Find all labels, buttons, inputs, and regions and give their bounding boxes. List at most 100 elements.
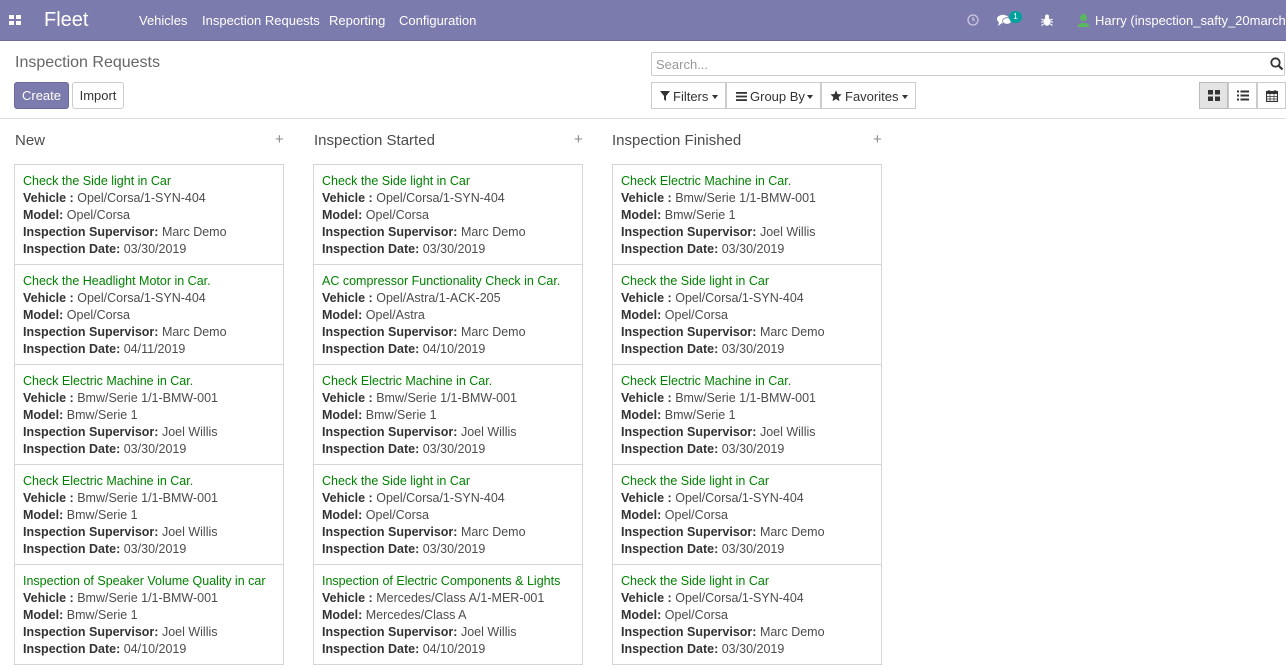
menu-vehicles[interactable]: Vehicles xyxy=(139,13,187,28)
column-title-new: New xyxy=(15,132,46,149)
model-value: Opel/Corsa xyxy=(664,308,728,322)
kanban-card[interactable]: Check Electric Machine in Car. Vehicle :… xyxy=(14,464,284,565)
caret-down-icon xyxy=(807,95,813,99)
date-value: 03/30/2019 xyxy=(123,442,187,456)
vehicle-label: Vehicle : xyxy=(621,391,672,405)
supervisor-label: Inspection Supervisor: xyxy=(23,625,159,639)
vehicle-label: Vehicle : xyxy=(322,491,373,505)
date-value: 04/10/2019 xyxy=(123,642,187,656)
vehicle-label: Vehicle : xyxy=(621,591,672,605)
model-label: Model: xyxy=(23,508,64,522)
divider xyxy=(0,118,1286,119)
date-value: 03/30/2019 xyxy=(721,542,785,556)
app-brand: Fleet xyxy=(44,9,89,31)
model-label: Model: xyxy=(621,608,662,622)
filters-dropdown[interactable]: Filters xyxy=(651,82,726,109)
card-title: Check Electric Machine in Car. xyxy=(23,374,194,388)
supervisor-label: Inspection Supervisor: xyxy=(621,225,757,239)
kanban-card[interactable]: Check the Side light in Car Vehicle : Op… xyxy=(313,164,583,265)
date-value: 03/30/2019 xyxy=(422,242,486,256)
model-label: Model: xyxy=(23,208,64,222)
model-label: Model: xyxy=(621,308,662,322)
vehicle-label: Vehicle : xyxy=(23,391,74,405)
vehicle-label: Vehicle : xyxy=(621,491,672,505)
kanban-view-button[interactable] xyxy=(1199,82,1228,109)
kanban-card[interactable]: Check the Side light in Car Vehicle : Op… xyxy=(612,264,882,365)
model-label: Model: xyxy=(621,408,662,422)
supervisor-label: Inspection Supervisor: xyxy=(621,425,757,439)
groupby-dropdown[interactable]: Group By xyxy=(726,82,821,109)
vehicle-value: Opel/Corsa/1-SYN-404 xyxy=(77,191,206,205)
import-button[interactable]: Import xyxy=(72,82,124,109)
model-value: Bmw/Serie 1 xyxy=(664,408,736,422)
menu-configuration[interactable]: Configuration xyxy=(399,13,476,28)
create-button[interactable]: Create xyxy=(14,82,69,109)
model-label: Model: xyxy=(23,608,64,622)
calendar-view-button[interactable] xyxy=(1257,82,1286,109)
kanban-card[interactable]: Check the Side light in Car Vehicle : Op… xyxy=(612,464,882,565)
date-label: Inspection Date: xyxy=(23,342,121,356)
search-icon[interactable] xyxy=(1270,57,1284,74)
card-title: Check the Side light in Car xyxy=(621,474,769,488)
vehicle-value: Bmw/Serie 1/1-BMW-001 xyxy=(77,591,219,605)
vehicle-value: Opel/Corsa/1-SYN-404 xyxy=(675,591,804,605)
vehicle-value: Mercedes/Class A/1-MER-001 xyxy=(376,591,545,605)
breadcrumb: Inspection Requests xyxy=(15,54,160,71)
kanban-card[interactable]: Check the Side light in Car Vehicle : Op… xyxy=(313,464,583,565)
supervisor-value: Marc Demo xyxy=(460,325,526,339)
vehicle-label: Vehicle : xyxy=(322,391,373,405)
vehicle-value: Opel/Corsa/1-SYN-404 xyxy=(376,191,505,205)
column-title-inspection-started: Inspection Started xyxy=(314,132,435,149)
bug-icon[interactable] xyxy=(1041,14,1053,30)
date-label: Inspection Date: xyxy=(621,442,719,456)
filter-icon xyxy=(660,91,670,101)
vehicle-value: Bmw/Serie 1/1-BMW-001 xyxy=(675,191,817,205)
search-input[interactable] xyxy=(656,56,1256,73)
kanban-card[interactable]: Inspection of Electric Components & Ligh… xyxy=(313,564,583,665)
date-label: Inspection Date: xyxy=(621,642,719,656)
menu-reporting[interactable]: Reporting xyxy=(329,13,385,28)
vehicle-value: Opel/Corsa/1-SYN-404 xyxy=(77,291,206,305)
kanban-card[interactable]: Check Electric Machine in Car. Vehicle :… xyxy=(313,364,583,465)
card-title: Check Electric Machine in Car. xyxy=(621,374,792,388)
model-value: Opel/Corsa xyxy=(365,508,429,522)
kanban-card[interactable]: Check Electric Machine in Car. Vehicle :… xyxy=(14,364,284,465)
supervisor-label: Inspection Supervisor: xyxy=(322,525,458,539)
caret-down-icon xyxy=(902,95,908,99)
favorites-dropdown[interactable]: Favorites xyxy=(821,82,916,109)
add-card-button[interactable]: + xyxy=(275,132,284,147)
supervisor-label: Inspection Supervisor: xyxy=(23,225,159,239)
kanban-card[interactable]: Inspection of Speaker Volume Quality in … xyxy=(14,564,284,665)
supervisor-value: Marc Demo xyxy=(161,225,227,239)
kanban-card[interactable]: Check Electric Machine in Car. Vehicle :… xyxy=(612,164,882,265)
kanban-card[interactable]: AC compressor Functionality Check in Car… xyxy=(313,264,583,365)
list-view-button[interactable] xyxy=(1228,82,1257,109)
supervisor-label: Inspection Supervisor: xyxy=(322,425,458,439)
groupby-label: Group By xyxy=(750,89,805,104)
date-label: Inspection Date: xyxy=(322,442,420,456)
date-value: 04/10/2019 xyxy=(422,642,486,656)
card-title: Inspection of Electric Components & Ligh… xyxy=(322,574,561,588)
menu-inspection-requests[interactable]: Inspection Requests xyxy=(202,13,320,28)
add-card-button[interactable]: + xyxy=(574,132,583,147)
card-title: Check the Side light in Car xyxy=(621,274,769,288)
supervisor-value: Marc Demo xyxy=(759,625,825,639)
vehicle-value: Bmw/Serie 1/1-BMW-001 xyxy=(77,491,219,505)
kanban-card[interactable]: Check the Side light in Car Vehicle : Op… xyxy=(14,164,284,265)
kanban-card[interactable]: Check the Side light in Car Vehicle : Op… xyxy=(612,564,882,665)
model-value: Bmw/Serie 1 xyxy=(664,208,736,222)
card-title: Check the Side light in Car xyxy=(23,174,171,188)
model-label: Model: xyxy=(23,308,64,322)
kanban-card[interactable]: Check the Headlight Motor in Car. Vehicl… xyxy=(14,264,284,365)
avatar[interactable] xyxy=(1077,13,1090,30)
apps-icon[interactable] xyxy=(9,15,21,26)
date-value: 03/30/2019 xyxy=(721,442,785,456)
add-card-button[interactable]: + xyxy=(873,132,882,147)
clock-icon[interactable] xyxy=(967,14,979,29)
supervisor-value: Joel Willis xyxy=(460,625,517,639)
supervisor-value: Joel Willis xyxy=(460,425,517,439)
kanban-card[interactable]: Check Electric Machine in Car. Vehicle :… xyxy=(612,364,882,465)
supervisor-value: Joel Willis xyxy=(161,625,218,639)
supervisor-value: Marc Demo xyxy=(460,525,526,539)
user-menu[interactable]: Harry (inspection_safty_20march) xyxy=(1095,13,1286,28)
